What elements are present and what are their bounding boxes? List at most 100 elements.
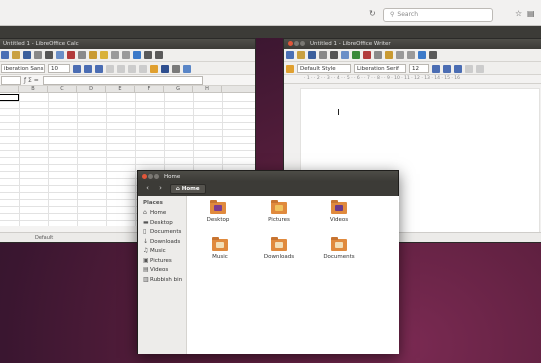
sum-icon[interactable]: Σ [28, 77, 32, 84]
window-controls [142, 174, 160, 180]
column-header[interactable]: B [19, 86, 48, 93]
italic-icon[interactable] [443, 64, 451, 73]
bookmark-star-icon[interactable]: ☆ [515, 9, 522, 18]
table-icon[interactable] [429, 51, 437, 59]
undo-icon[interactable] [111, 51, 119, 59]
back-icon[interactable]: ‹ [142, 184, 153, 194]
folder-label: Documents [323, 254, 355, 260]
percent-icon[interactable] [161, 64, 169, 73]
underline-icon[interactable] [454, 64, 462, 73]
styles-icon[interactable] [286, 64, 294, 73]
writer-font-size[interactable]: 12 [409, 64, 429, 73]
undo-icon[interactable] [396, 51, 404, 59]
currency-icon[interactable] [150, 64, 158, 73]
ruler[interactable]: · 1 · · 2 · · 3 · · 4 · · 5 · · 6 · · 7 … [284, 75, 541, 84]
print-icon[interactable] [330, 51, 338, 59]
filter-icon[interactable] [155, 51, 163, 59]
music-icon: ♫ [143, 247, 149, 254]
column-header[interactable]: F [135, 86, 164, 93]
sort-icon[interactable] [144, 51, 152, 59]
sidebar-item-rubbish-bin[interactable]: ▥Rubbish bin [143, 276, 186, 286]
folder-desktop[interactable]: Desktop [193, 200, 243, 223]
maximize-icon[interactable] [154, 174, 159, 179]
preview-icon[interactable] [341, 51, 349, 59]
align-center-icon[interactable] [476, 64, 484, 73]
path-home-label: Home [181, 186, 200, 192]
save-icon[interactable] [308, 51, 316, 59]
print-icon[interactable] [45, 51, 53, 59]
folder-videos[interactable]: Videos [314, 200, 364, 223]
export-pdf-icon[interactable] [319, 51, 327, 59]
calc-format-toolbar: iberation Sans 10 [0, 62, 255, 75]
sidebar-item-label: Music [150, 248, 166, 254]
calc-font-size[interactable]: 10 [48, 64, 70, 73]
formula-input[interactable] [42, 76, 203, 85]
export-pdf-icon[interactable] [34, 51, 42, 59]
new-icon[interactable] [286, 51, 294, 59]
reload-icon[interactable]: ↻ [369, 9, 376, 18]
find-icon[interactable] [133, 51, 141, 59]
paste-icon[interactable] [89, 51, 97, 59]
column-header[interactable]: G [164, 86, 193, 93]
sidebar-item-documents[interactable]: ▯ Documents [143, 228, 186, 238]
decimal-icon[interactable] [172, 64, 180, 73]
name-box[interactable] [1, 76, 21, 85]
column-header-extra[interactable] [222, 86, 255, 93]
formula-icon[interactable]: = [34, 77, 39, 84]
find-icon[interactable] [418, 51, 426, 59]
folder-documents[interactable]: Documents [314, 237, 364, 260]
column-header-a[interactable] [0, 86, 19, 93]
minimize-icon[interactable] [148, 174, 153, 179]
path-home-button[interactable]: ⌂ Home [169, 184, 206, 194]
writer-font-name[interactable]: Liberation Serif [354, 64, 406, 73]
function-wizard-icon[interactable]: ƒ [24, 77, 26, 84]
open-icon[interactable] [12, 51, 20, 59]
close-icon[interactable] [142, 174, 147, 179]
close-icon[interactable] [288, 41, 293, 46]
borders-icon[interactable] [183, 64, 191, 73]
copy-icon[interactable] [78, 51, 86, 59]
sidebar-item-home[interactable]: ⌂ Home [143, 209, 186, 219]
minimize-icon[interactable] [294, 41, 299, 46]
folder-pictures[interactable]: Pictures [254, 200, 304, 223]
column-header[interactable]: E [106, 86, 135, 93]
justify-icon[interactable] [139, 64, 147, 73]
copy-icon[interactable] [374, 51, 382, 59]
underline-icon[interactable] [95, 64, 103, 73]
folder-downloads[interactable]: Downloads [254, 237, 304, 260]
cut-icon[interactable] [363, 51, 371, 59]
clone-icon[interactable] [100, 51, 108, 59]
column-header[interactable]: C [48, 86, 77, 93]
cut-icon[interactable] [67, 51, 75, 59]
preview-icon[interactable] [56, 51, 64, 59]
redo-icon[interactable] [407, 51, 415, 59]
new-icon[interactable] [1, 51, 9, 59]
search-input[interactable]: ⚲ Search [383, 8, 493, 22]
maximize-icon[interactable] [300, 41, 305, 46]
bold-icon[interactable] [73, 64, 81, 73]
bookmarks-menu-icon[interactable]: ▤ [527, 9, 535, 18]
active-cell[interactable] [0, 94, 19, 101]
calc-font-name[interactable]: iberation Sans [1, 64, 45, 73]
paragraph-style[interactable]: Default Style [297, 64, 351, 73]
save-icon[interactable] [23, 51, 31, 59]
column-header[interactable]: D [77, 86, 106, 93]
align-center-icon[interactable] [117, 64, 125, 73]
sidebar-item-desktop[interactable]: ▬Desktop [143, 219, 186, 229]
forward-icon[interactable]: › [155, 184, 166, 194]
italic-icon[interactable] [84, 64, 92, 73]
sidebar-item-music[interactable]: ♫ Music [143, 247, 186, 257]
bold-icon[interactable] [432, 64, 440, 73]
folder-music[interactable]: Music [195, 237, 245, 260]
align-left-icon[interactable] [106, 64, 114, 73]
sidebar-item-videos[interactable]: ▤Videos [143, 266, 186, 276]
column-header[interactable]: H [193, 86, 222, 93]
spellcheck-icon[interactable] [352, 51, 360, 59]
open-icon[interactable] [297, 51, 305, 59]
redo-icon[interactable] [122, 51, 130, 59]
sidebar-item-pictures[interactable]: ▣Pictures [143, 257, 186, 267]
sidebar-item-downloads[interactable]: ↓ Downloads [143, 238, 186, 248]
align-left-icon[interactable] [465, 64, 473, 73]
paste-icon[interactable] [385, 51, 393, 59]
align-right-icon[interactable] [128, 64, 136, 73]
